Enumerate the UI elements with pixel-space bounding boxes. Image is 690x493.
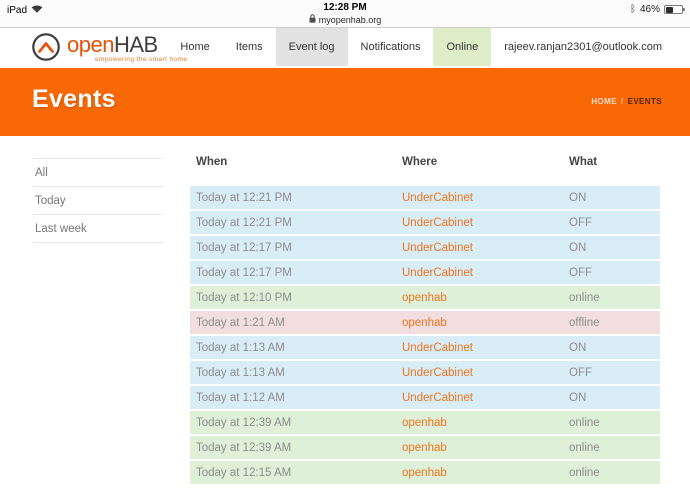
filter-sidebar: All Today Last week: [33, 158, 163, 243]
sidebar-filter-item[interactable]: Last week: [33, 214, 163, 242]
event-when: Today at 1:21 AM: [190, 317, 402, 329]
table-row: Today at 12:39 AM openhab online: [190, 436, 660, 459]
nav-item[interactable]: Items: [223, 28, 276, 66]
breadcrumb-separator: /: [621, 97, 624, 106]
logo-tagline: empowering the smart home: [95, 56, 187, 63]
breadcrumb-current: EVENTS: [628, 97, 662, 106]
nav-item[interactable]: Online: [433, 28, 491, 66]
table-row: Today at 1:13 AM UnderCabinet ON: [190, 336, 660, 359]
event-where-link[interactable]: UnderCabinet: [402, 367, 473, 379]
event-where-link[interactable]: openhab: [402, 292, 447, 304]
events-table: When Where What Today at 12:21 PM UnderC…: [190, 156, 660, 486]
nav-item[interactable]: Notifications: [348, 28, 434, 66]
openhab-logo[interactable]: openHAB empowering the smart home: [31, 28, 158, 66]
battery-percent: 46%: [640, 4, 660, 15]
ipad-status-bar: iPad 12:28 PM myopenhab.org ᛒ 46%: [0, 0, 690, 28]
event-where-link[interactable]: openhab: [402, 317, 447, 329]
table-row: Today at 1:13 AM UnderCabinet OFF: [190, 361, 660, 384]
event-where-link[interactable]: openhab: [402, 467, 447, 479]
event-when: Today at 1:13 AM: [190, 367, 402, 379]
page-title: Events: [32, 85, 116, 114]
event-when: Today at 12:15 AM: [190, 467, 402, 479]
table-row: Today at 12:17 PM UnderCabinet ON: [190, 236, 660, 259]
event-what: offline: [569, 317, 660, 329]
event-where-link[interactable]: UnderCabinet: [402, 267, 473, 279]
battery-icon: [664, 5, 683, 14]
table-body: Today at 12:21 PM UnderCabinet ON Today …: [190, 186, 660, 484]
event-where-link[interactable]: UnderCabinet: [402, 217, 473, 229]
event-when: Today at 12:39 AM: [190, 442, 402, 454]
table-row: Today at 1:12 AM UnderCabinet ON: [190, 386, 660, 409]
openhab-logo-icon: [31, 32, 61, 62]
breadcrumb-home-link[interactable]: HOME: [591, 97, 617, 106]
sidebar-filter-item[interactable]: All: [33, 158, 163, 186]
event-when: Today at 12:10 PM: [190, 292, 402, 304]
column-header-what: What: [569, 156, 660, 186]
column-header-where: Where: [402, 156, 569, 186]
bluetooth-icon: ᛒ: [630, 5, 636, 15]
event-what: online: [569, 442, 660, 454]
address-bar[interactable]: myopenhab.org: [0, 14, 690, 25]
breadcrumb: HOME / EVENTS: [591, 97, 662, 106]
nav-item[interactable]: rajeev.ranjan2301@outlook.com: [491, 28, 662, 66]
event-when: Today at 12:21 PM: [190, 217, 402, 229]
event-when: Today at 12:21 PM: [190, 192, 402, 204]
column-header-when: When: [190, 156, 402, 186]
table-row: Today at 12:21 PM UnderCabinet ON: [190, 186, 660, 209]
event-what: online: [569, 417, 660, 429]
event-where-link[interactable]: UnderCabinet: [402, 242, 473, 254]
event-what: online: [569, 467, 660, 479]
url-text: myopenhab.org: [319, 15, 382, 25]
event-when: Today at 1:12 AM: [190, 392, 402, 404]
event-what: OFF: [569, 367, 660, 379]
table-row: Today at 12:10 PM openhab online: [190, 286, 660, 309]
table-row: Today at 12:15 AM openhab online: [190, 461, 660, 484]
event-when: Today at 12:17 PM: [190, 267, 402, 279]
event-where-link[interactable]: UnderCabinet: [402, 392, 473, 404]
event-what: OFF: [569, 217, 660, 229]
event-what: ON: [569, 192, 660, 204]
table-header-row: When Where What: [190, 156, 660, 186]
page-header-banner: Events HOME / EVENTS: [0, 68, 690, 136]
event-what: ON: [569, 242, 660, 254]
table-row: Today at 12:21 PM UnderCabinet OFF: [190, 211, 660, 234]
logo-wordmark: openHAB: [67, 34, 158, 56]
event-where-link[interactable]: openhab: [402, 442, 447, 454]
nav-item[interactable]: Event log: [276, 28, 348, 66]
nav-menu: Home Items Event log Notifications Onlin…: [167, 28, 662, 66]
event-what: ON: [569, 392, 660, 404]
event-where-link[interactable]: openhab: [402, 417, 447, 429]
clock: 12:28 PM: [0, 2, 690, 13]
event-what: OFF: [569, 267, 660, 279]
event-when: Today at 12:17 PM: [190, 242, 402, 254]
lock-icon: [309, 14, 316, 25]
event-where-link[interactable]: UnderCabinet: [402, 342, 473, 354]
table-row: Today at 1:21 AM openhab offline: [190, 311, 660, 334]
table-row: Today at 12:39 AM openhab online: [190, 411, 660, 434]
event-what: online: [569, 292, 660, 304]
table-row: Today at 12:17 PM UnderCabinet OFF: [190, 261, 660, 284]
event-when: Today at 12:39 AM: [190, 417, 402, 429]
battery-fill: [666, 7, 674, 13]
event-what: ON: [569, 342, 660, 354]
event-when: Today at 1:13 AM: [190, 342, 402, 354]
main-navbar: openHAB empowering the smart home Home I…: [0, 28, 690, 66]
sidebar-filter-item[interactable]: Today: [33, 186, 163, 214]
event-where-link[interactable]: UnderCabinet: [402, 192, 473, 204]
